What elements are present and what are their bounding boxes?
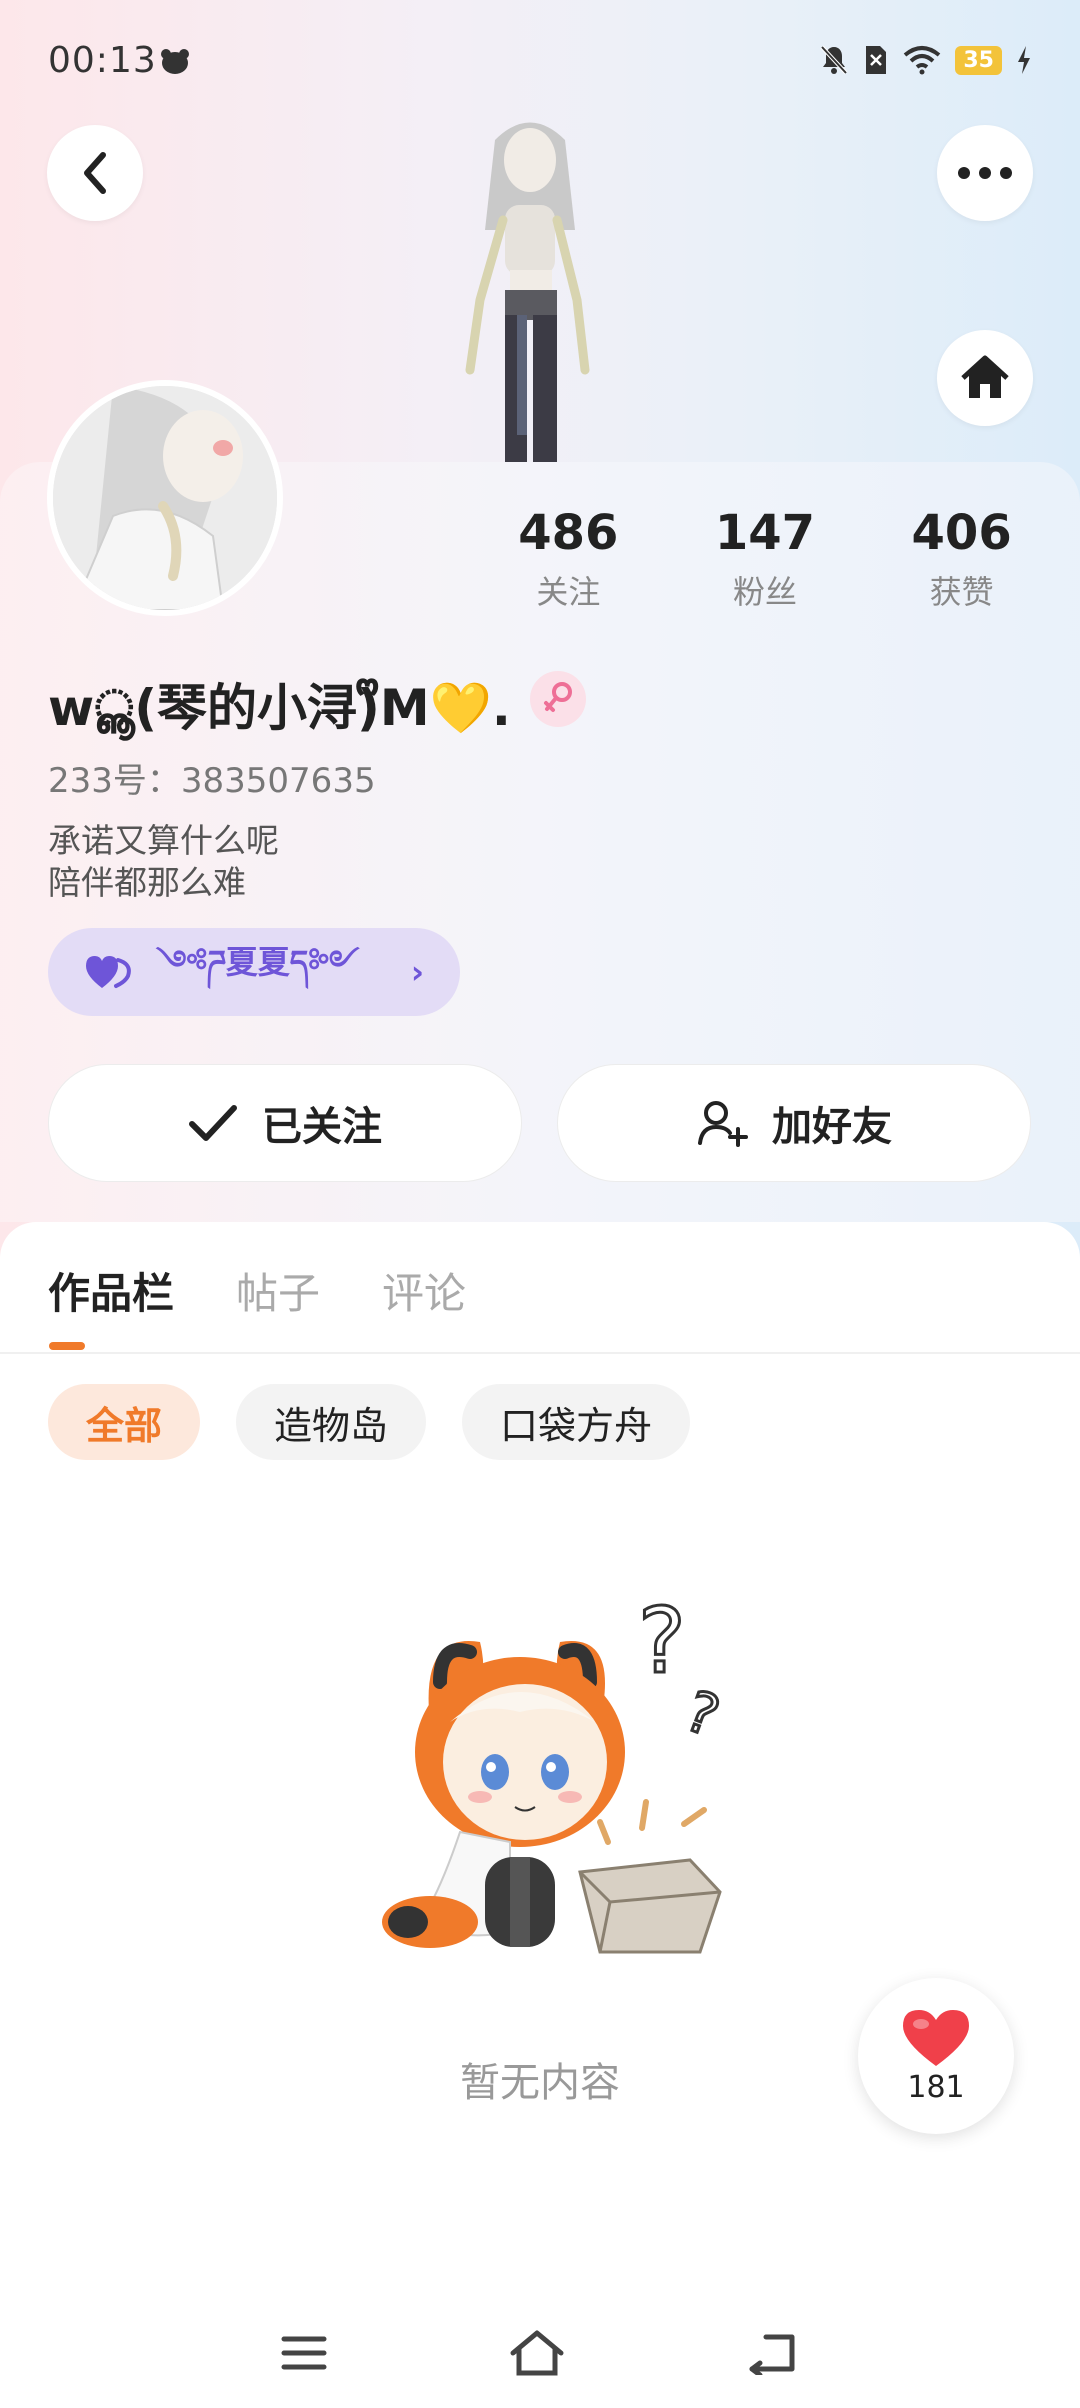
tab-comments[interactable]: 评论 bbox=[382, 1260, 466, 1321]
back-button[interactable] bbox=[47, 125, 143, 221]
check-icon bbox=[189, 1105, 237, 1141]
filter-creation-island[interactable]: 造物岛 bbox=[236, 1384, 427, 1460]
status-time: 00:13 bbox=[48, 40, 157, 81]
chevron-right-icon: › bbox=[410, 953, 424, 991]
following-button-label: 已关注 bbox=[262, 1104, 382, 1150]
bio-line: 承诺又算什么呢 bbox=[48, 821, 279, 860]
likes-count: 406 bbox=[911, 505, 1012, 561]
more-dots-icon bbox=[958, 167, 1012, 179]
more-options-button[interactable] bbox=[937, 125, 1033, 221]
fans-label: 粉丝 bbox=[732, 573, 797, 611]
battery-level: 35 bbox=[955, 45, 1002, 75]
homepage-button[interactable] bbox=[937, 330, 1033, 426]
filter-pocket-ark[interactable]: 口袋方舟 bbox=[462, 1384, 691, 1460]
wifi-icon bbox=[904, 46, 941, 75]
system-nav-bar bbox=[0, 2298, 1080, 2408]
relationship-tag[interactable]: ༺ཌ夏夏ད༻ › bbox=[48, 928, 460, 1016]
chevron-left-icon bbox=[84, 152, 106, 194]
fans-stat[interactable]: 147 粉丝 bbox=[670, 505, 860, 613]
relationship-tag-label: ༺ཌ夏夏ད༻ bbox=[156, 943, 360, 981]
nickname: wൣ(琴的小浔)ᩚM💛. bbox=[48, 679, 511, 737]
following-stat[interactable]: 486 关注 bbox=[473, 505, 663, 613]
following-count: 486 bbox=[518, 505, 619, 561]
avatar[interactable] bbox=[47, 380, 283, 616]
filter-all[interactable]: 全部 bbox=[48, 1384, 201, 1460]
following-label: 关注 bbox=[536, 573, 601, 611]
bio: 承诺又算什么呢 陪伴都那么难 bbox=[48, 820, 279, 904]
home-icon bbox=[961, 355, 1009, 398]
sim-none-icon bbox=[866, 46, 887, 74]
double-heart-icon bbox=[86, 956, 131, 988]
menu-icon[interactable] bbox=[280, 2333, 328, 2373]
content-tabs: 作品栏 帖子 评论 bbox=[48, 1260, 466, 1321]
svg-text:?: ? bbox=[638, 1592, 686, 1694]
fans-count: 147 bbox=[714, 505, 816, 561]
user-id: 233号：383507635 bbox=[48, 761, 376, 801]
content-panel: 作品栏 帖子 评论 全部 造物岛 口袋方舟 ? ? 暂无内容 bbox=[0, 1222, 1080, 2408]
filter-chips: 全部 造物岛 口袋方舟 bbox=[48, 1384, 691, 1460]
character-figure-image bbox=[465, 122, 590, 462]
heart-icon bbox=[903, 2009, 969, 2066]
home-nav-icon[interactable] bbox=[507, 2329, 567, 2377]
add-user-icon bbox=[698, 1101, 748, 1147]
mute-bell-icon bbox=[820, 45, 848, 75]
status-bar: 00:13 35 bbox=[0, 0, 1080, 125]
likes-stat[interactable]: 406 获赞 bbox=[867, 505, 1057, 613]
add-friend-button[interactable]: 加好友 bbox=[557, 1064, 1031, 1182]
back-nav-icon[interactable] bbox=[746, 2331, 800, 2375]
tab-posts[interactable]: 帖子 bbox=[236, 1260, 320, 1321]
female-gender-icon bbox=[530, 671, 586, 727]
following-button[interactable]: 已关注 bbox=[48, 1064, 522, 1182]
like-count: 181 bbox=[907, 2069, 965, 2105]
profile-stats: 486 关注 147 粉丝 406 获赞 bbox=[470, 505, 1060, 613]
bear-app-icon bbox=[161, 49, 189, 74]
empty-state-illustration: ? ? bbox=[382, 1592, 729, 1954]
charging-icon bbox=[1018, 46, 1030, 74]
bio-line: 陪伴都那么难 bbox=[48, 863, 246, 902]
status-icons: 35 bbox=[819, 44, 1032, 76]
tabs-divider bbox=[0, 1352, 1080, 1354]
active-tab-indicator bbox=[49, 1342, 85, 1350]
avatar-image bbox=[53, 386, 277, 610]
add-friend-button-label: 加好友 bbox=[772, 1104, 892, 1150]
tab-works[interactable]: 作品栏 bbox=[48, 1260, 174, 1321]
like-button[interactable]: 181 bbox=[858, 1978, 1014, 2134]
likes-label: 获赞 bbox=[929, 573, 994, 611]
